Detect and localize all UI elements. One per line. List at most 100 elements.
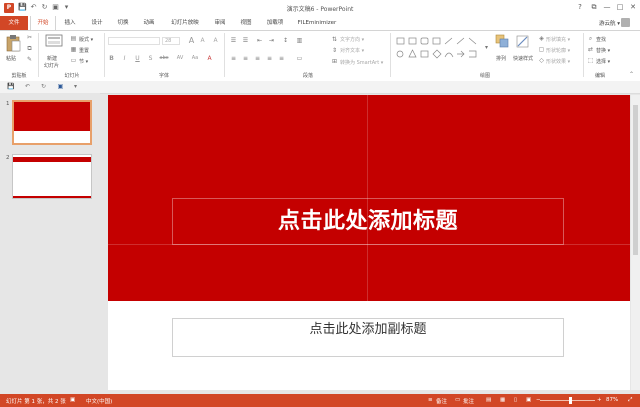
shapes-gallery-icon [396, 37, 477, 59]
tab-addins[interactable]: 加载项 [261, 16, 289, 30]
slide-sorter-view-icon[interactable]: ▦ [500, 397, 505, 403]
align-left-icon[interactable]: ≡ [230, 55, 237, 62]
shapes-gallery[interactable] [395, 35, 481, 65]
columns-icon[interactable]: ▥ [296, 37, 303, 44]
tab-file[interactable]: 文件 [0, 16, 28, 30]
clear-format-icon[interactable]: A [212, 37, 219, 44]
shape-fill-icon: ◈ [539, 35, 544, 42]
zoom-in-button[interactable]: + [597, 397, 602, 403]
minimize-button[interactable]: — [601, 2, 613, 13]
underline-button[interactable]: U [134, 55, 141, 62]
align-center-icon[interactable]: ≡ [242, 55, 249, 62]
font-name-field[interactable] [108, 37, 160, 45]
select-button[interactable]: 选择 ▾ [596, 58, 610, 65]
spellcheck-icon[interactable]: ▣ [70, 397, 75, 403]
zoom-slider-knob[interactable] [569, 397, 572, 404]
zoom-level[interactable]: 87% [606, 397, 618, 403]
qat-undo-icon[interactable]: ↶ [24, 83, 31, 90]
arrange-button[interactable] [495, 34, 509, 50]
shape-fill-button[interactable]: 形状填充 ▾ [546, 36, 570, 43]
group-divider [583, 33, 584, 77]
comments-button[interactable]: 批注 [463, 397, 474, 405]
tab-review[interactable]: 审阅 [208, 16, 232, 30]
slide-subtitle[interactable]: 点击此处添加副标题 [172, 318, 564, 337]
tab-slideshow[interactable]: 幻灯片放映 [165, 16, 205, 30]
align-text-button[interactable]: 对齐文本 ▾ [340, 47, 364, 54]
qat-redo-icon[interactable]: ↻ [40, 83, 47, 90]
paste-icon [6, 35, 21, 52]
collapse-ribbon-icon[interactable]: ⌃ [628, 71, 635, 78]
change-case-button[interactable]: Aa [190, 55, 200, 62]
replace-button[interactable]: 替换 ▾ [596, 47, 610, 54]
reading-view-icon[interactable]: ▯ [514, 397, 517, 403]
font-color-button[interactable]: A [206, 55, 213, 62]
copy-icon[interactable]: ⧉ [26, 45, 33, 52]
new-slide-label: 新建 [47, 56, 58, 62]
maximize-button[interactable]: □ [614, 2, 626, 13]
italic-button[interactable]: I [121, 55, 128, 62]
qat-save-icon[interactable]: 💾 [7, 83, 14, 90]
shadow-button[interactable]: S [147, 55, 154, 62]
align-right-icon[interactable]: ≡ [254, 55, 261, 62]
increase-indent-icon[interactable]: ⇥ [268, 37, 275, 44]
language-status[interactable]: 中文(中国) [86, 397, 112, 405]
zoom-slider[interactable] [540, 400, 595, 401]
text-box-icon[interactable]: ▭ [296, 55, 303, 62]
paste-label: 粘贴 [6, 56, 17, 62]
ribbon-display-button[interactable]: ⧉ [588, 2, 600, 13]
thumbnail-2-top-bar [13, 157, 91, 162]
select-icon: ⬚ [587, 57, 594, 64]
text-direction-button[interactable]: 文字方向 ▾ [340, 36, 364, 43]
close-button[interactable]: ✕ [627, 2, 639, 13]
tab-insert[interactable]: 插入 [58, 16, 82, 30]
font-size-value: 28 [165, 38, 172, 44]
layout-icon: ▤ [70, 35, 77, 42]
qat-present-icon[interactable]: ▣ [57, 83, 64, 90]
qat-more-icon[interactable]: ▾ [72, 83, 79, 90]
shrink-font-icon[interactable]: A [199, 37, 206, 44]
distribute-icon[interactable]: ≡ [278, 55, 285, 62]
decrease-indent-icon[interactable]: ⇤ [256, 37, 263, 44]
help-button[interactable]: ? [574, 2, 586, 13]
layout-button[interactable]: 版式 ▾ [79, 36, 93, 43]
format-painter-icon[interactable]: ✎ [26, 56, 33, 63]
user-account[interactable]: 游云航 ▾ [599, 19, 620, 27]
avatar[interactable] [621, 18, 630, 27]
tab-home[interactable]: 开始 [30, 16, 56, 30]
new-slide-button[interactable] [44, 33, 64, 51]
slide-title[interactable]: 点击此处添加标题 [172, 198, 564, 245]
font-size-field[interactable]: 28 [162, 37, 180, 45]
thumbnail-number-1: 1 [6, 101, 10, 107]
scrollbar-thumb[interactable] [633, 105, 638, 255]
fit-to-window-icon[interactable]: ⤢ [628, 397, 632, 404]
tab-animations[interactable]: 动画 [137, 16, 161, 30]
character-spacing-button[interactable]: AV [175, 55, 185, 62]
convert-smartart-button[interactable]: 转换为 SmartArt ▾ [340, 59, 383, 66]
slideshow-view-icon[interactable]: ▣ [526, 397, 531, 403]
strikethrough-button[interactable]: abc [158, 55, 170, 62]
tab-view[interactable]: 视图 [234, 16, 258, 30]
reset-button[interactable]: 重置 [79, 47, 89, 54]
tab-design[interactable]: 设计 [85, 16, 109, 30]
slide-thumbnail-2[interactable] [12, 154, 92, 199]
line-spacing-icon[interactable]: ↕ [282, 37, 289, 44]
bold-button[interactable]: B [108, 55, 115, 62]
find-button[interactable]: 查找 [596, 36, 606, 43]
tab-fileminimizer[interactable]: FILEminimizer [293, 16, 341, 30]
normal-view-icon[interactable]: ▤ [486, 397, 491, 403]
shape-outline-button[interactable]: 形状轮廓 ▾ [546, 47, 570, 54]
grow-font-icon[interactable]: A [188, 37, 195, 45]
comments-icon: ▭ [455, 397, 461, 403]
paste-button[interactable] [5, 34, 21, 52]
gallery-more-icon[interactable]: ▾ [483, 44, 490, 51]
justify-icon[interactable]: ≡ [266, 55, 273, 62]
numbering-icon[interactable]: ☰ [242, 37, 249, 44]
quick-styles-button[interactable] [516, 34, 530, 50]
notes-button[interactable]: 备注 [436, 397, 447, 405]
slide-thumbnail-1[interactable] [12, 100, 92, 145]
cut-icon[interactable]: ✂ [26, 34, 33, 41]
tab-transitions[interactable]: 切换 [111, 16, 135, 30]
bullets-icon[interactable]: ☰ [230, 37, 237, 44]
section-button[interactable]: 节 ▾ [79, 58, 88, 65]
shape-effects-button[interactable]: 形状效果 ▾ [546, 58, 570, 65]
